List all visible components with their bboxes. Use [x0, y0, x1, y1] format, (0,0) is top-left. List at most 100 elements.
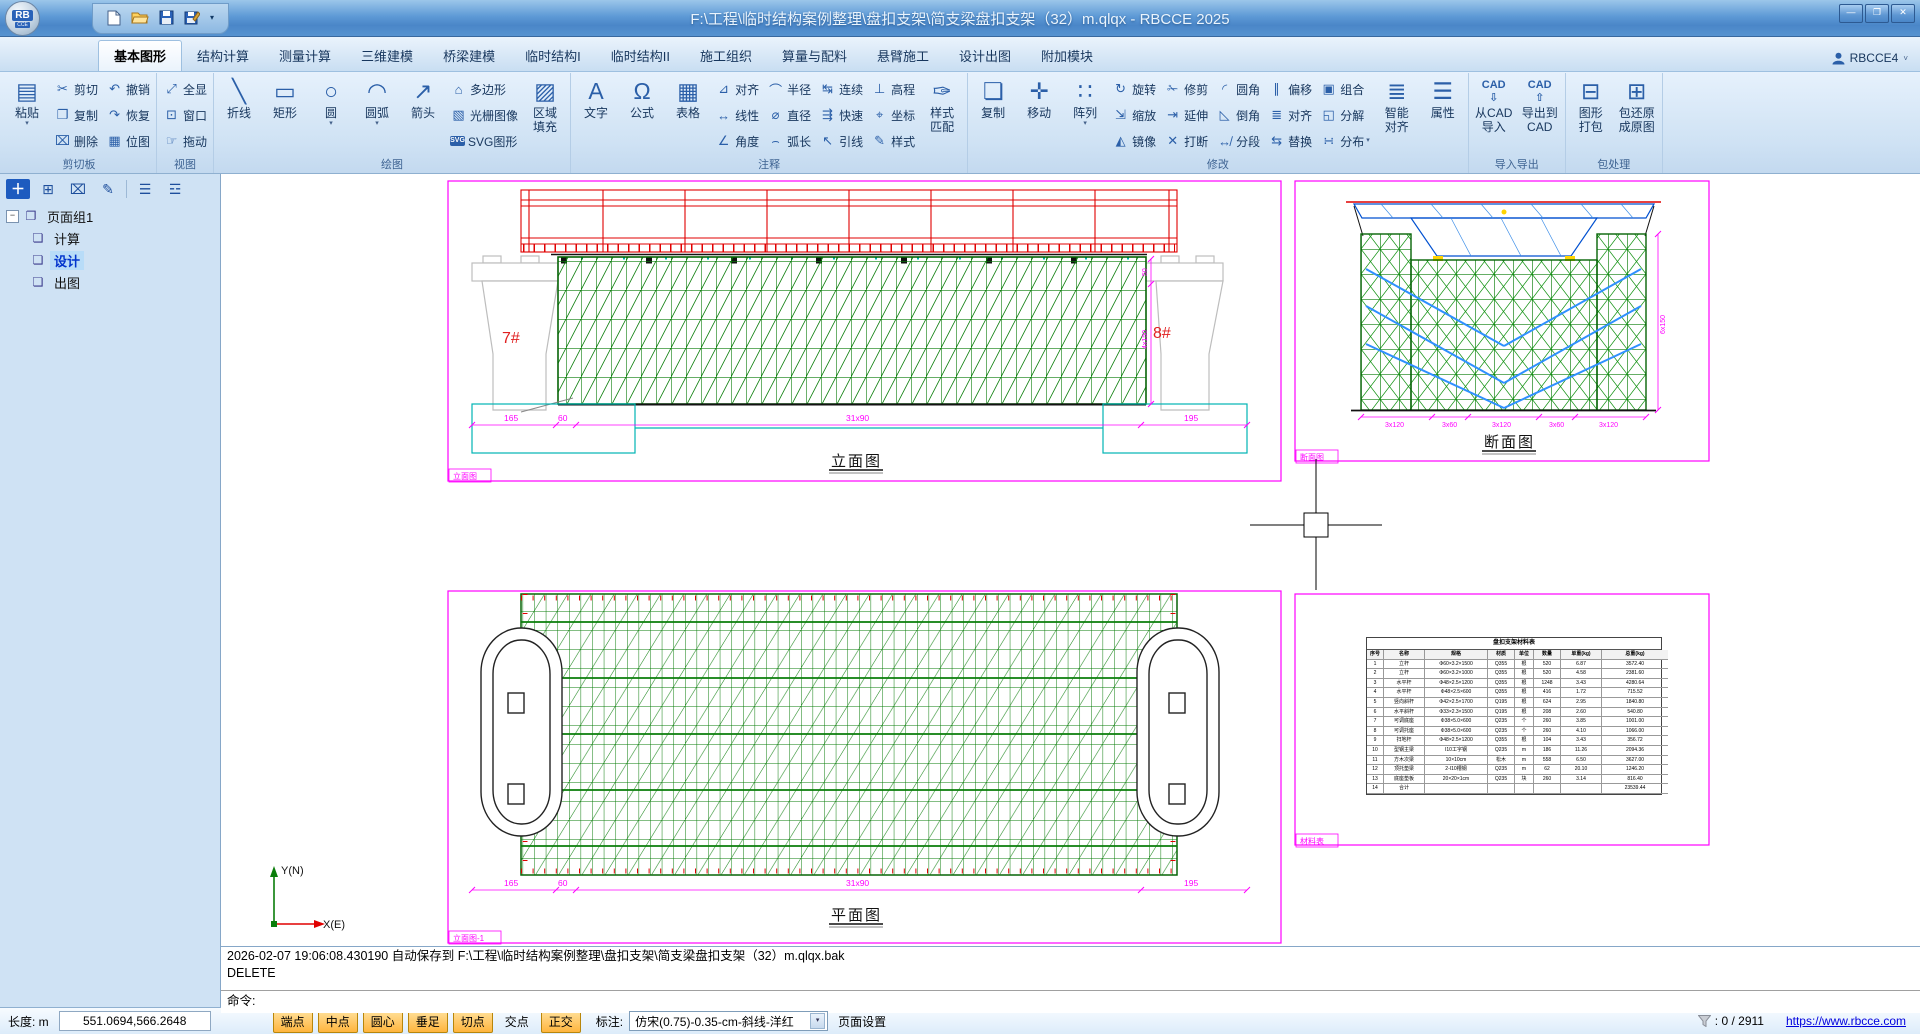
scaffold-elevation[interactable] — [558, 257, 1146, 404]
minimize-button[interactable]: — — [1839, 4, 1863, 23]
dim-quick-button[interactable]: ⇶快速 — [815, 102, 867, 128]
tab-addon-modules[interactable]: 附加模块 — [1026, 41, 1108, 71]
dim-arclength-button[interactable]: ⌢弧长 — [763, 128, 815, 154]
properties-button[interactable]: ☰属性 — [1420, 74, 1466, 158]
offset-button[interactable]: ∥偏移 — [1264, 76, 1316, 102]
tree-item-plot[interactable]: ❏出图 — [30, 273, 220, 291]
tab-modeling-3d[interactable]: 三维建模 — [346, 41, 428, 71]
tab-basic-graphics[interactable]: 基本图形 — [98, 40, 182, 71]
save-as-icon[interactable] — [184, 10, 200, 26]
tab-construction-org[interactable]: 施工组织 — [685, 41, 767, 71]
foundation-outline[interactable] — [472, 404, 1247, 453]
save-icon[interactable] — [159, 10, 174, 25]
dim-continue-button[interactable]: ↹连续 — [815, 76, 867, 102]
mod-align-button[interactable]: ≣对齐 — [1264, 102, 1316, 128]
dim-radius-button[interactable]: ⌒半径 — [763, 76, 815, 102]
copy-button[interactable]: ❐复制 — [50, 102, 102, 128]
zoom-all-button[interactable]: ⤢全显 — [159, 76, 211, 102]
add-page-icon[interactable]: ＋ — [6, 179, 30, 199]
mod-move-button[interactable]: ✛移动 — [1016, 74, 1062, 158]
tree-item-calc[interactable]: ❏计算 — [30, 229, 220, 247]
delete-button[interactable]: ⌧删除 — [50, 128, 102, 154]
tab-quantity-material[interactable]: 算量与配料 — [767, 41, 862, 71]
command-area[interactable]: 2026-02-07 19:06:08.430190 自动保存到 F:\工程\临… — [221, 946, 1920, 1013]
region-fill-button[interactable]: ▨区域填充 — [522, 74, 568, 158]
circle-button[interactable]: ○圆▾ — [308, 74, 354, 158]
polygon-button[interactable]: ⌂多边形 — [446, 76, 522, 102]
arrow-button[interactable]: ↗箭头 — [400, 74, 446, 158]
open-file-icon[interactable] — [131, 10, 149, 25]
dim-coordinate-button[interactable]: ⌖坐标 — [867, 102, 919, 128]
distribute-button[interactable]: ∺分布▾ — [1316, 128, 1374, 154]
cad-export-button[interactable]: CAD ⇧导出到CAD — [1517, 74, 1563, 158]
rectangle-button[interactable]: ▭矩形 — [262, 74, 308, 158]
redo-button[interactable]: ↷恢复 — [102, 102, 154, 128]
collapse-tree-icon[interactable]: ☲ — [163, 179, 187, 199]
tab-temp-structure-2[interactable]: 临时结构II — [596, 41, 685, 71]
tree-item-label[interactable]: 出图 — [50, 273, 84, 292]
dim-elevation-button[interactable]: ⊥高程 — [867, 76, 919, 102]
fillet-button[interactable]: ◜圆角 — [1212, 76, 1264, 102]
mod-array-button[interactable]: ∷阵列▾ — [1062, 74, 1108, 158]
smart-align-button[interactable]: ≣智能对齐 — [1374, 74, 1420, 158]
delete-page-icon[interactable]: ⌧ — [66, 179, 90, 199]
command-prompt[interactable]: 命令: — [221, 990, 1920, 1013]
chamfer-button[interactable]: ◺倒角 — [1212, 102, 1264, 128]
dim-angle-button[interactable]: ∠角度 — [711, 128, 763, 154]
website-link[interactable]: https://www.rbcce.com — [1786, 1014, 1906, 1028]
rotate-button[interactable]: ↻旋转 — [1108, 76, 1160, 102]
material-table[interactable]: 盘扣支架材料表序号名称规格材质单位数量单重(kg)总重(kg)1立杆Φ60×3.… — [1366, 637, 1662, 795]
pack-restore-button[interactable]: ⊞包还原成原图 — [1614, 74, 1660, 158]
tree-item-design[interactable]: ❏设计 — [30, 251, 220, 269]
replace-button[interactable]: ⇆替换 — [1264, 128, 1316, 154]
drawing-canvas[interactable]: 165 60 31x90 195 50 4x150 7# 8# 立面图 — [221, 174, 1920, 946]
bitmap-button[interactable]: ▦位图 — [102, 128, 154, 154]
segment-button[interactable]: ↮分段 — [1212, 128, 1264, 154]
cad-import-button[interactable]: CAD ⇩从CAD导入 — [1471, 74, 1517, 158]
mirror-button[interactable]: ◭镜像 — [1108, 128, 1160, 154]
tab-cantilever-constr[interactable]: 悬臂施工 — [862, 41, 944, 71]
group-button[interactable]: ▣组合 — [1316, 76, 1374, 102]
mod-copy-button[interactable]: ❏复制 — [970, 74, 1016, 158]
scaffold-section[interactable] — [1351, 234, 1656, 411]
maximize-button[interactable]: ❐ — [1865, 4, 1889, 23]
tab-bridge-modeling[interactable]: 桥梁建模 — [428, 41, 510, 71]
raster-image-button[interactable]: ▧光栅图像 — [446, 102, 522, 128]
tree-root-row[interactable]: − ❐ 页面组1 — [6, 207, 220, 225]
undo-button[interactable]: ↶撤销 — [102, 76, 154, 102]
rename-page-icon[interactable]: ✎ — [96, 179, 120, 199]
trim-button[interactable]: ✁修剪 — [1160, 76, 1212, 102]
plan-view-drawing[interactable]: 165 60 31x90 195 平面图 立面图-1 — [448, 591, 1281, 944]
section-view-drawing[interactable]: 3x120 3x60 3x120 3x60 3x120 6x150 断面图 — [1295, 181, 1709, 463]
tree-collapse-icon[interactable]: − — [6, 210, 19, 223]
dim-leader-button[interactable]: ↖引线 — [815, 128, 867, 154]
filter-counter[interactable]: : 0 / 2911 — [1698, 1014, 1764, 1028]
expand-tree-icon[interactable]: ☰ — [133, 179, 157, 199]
svg-graphic-button[interactable]: SVGSVG图形 — [446, 128, 522, 154]
pan-button[interactable]: ☞拖动 — [159, 128, 211, 154]
plan-dimensions[interactable]: 165 60 31x90 195 — [469, 878, 1250, 893]
new-file-icon[interactable] — [107, 10, 121, 26]
tree-item-label[interactable]: 计算 — [50, 229, 84, 248]
qat-dropdown-icon[interactable]: ▾ — [210, 13, 214, 22]
break-button[interactable]: ✕打断 — [1160, 128, 1212, 154]
table-button[interactable]: ▦表格 — [665, 74, 711, 158]
pack-graphics-button[interactable]: ⊟图形打包 — [1568, 74, 1614, 158]
tree-root-label[interactable]: 页面组1 — [43, 207, 97, 226]
tab-survey-calc[interactable]: 测量计算 — [264, 41, 346, 71]
arc-button[interactable]: ◠圆弧▾ — [354, 74, 400, 158]
paste-button[interactable]: ▤粘贴▾ — [4, 74, 50, 158]
zoom-window-button[interactable]: ⊡窗口 — [159, 102, 211, 128]
cut-button[interactable]: ✂剪切 — [50, 76, 102, 102]
polyline-button[interactable]: ╲折线 — [216, 74, 262, 158]
app-logo-icon[interactable]: RB CCE — [5, 1, 40, 36]
extend-button[interactable]: ⇥延伸 — [1160, 102, 1212, 128]
close-button[interactable]: ✕ — [1891, 4, 1915, 23]
explode-button[interactable]: ◱分解 — [1316, 102, 1374, 128]
style-match-button[interactable]: ✑样式匹配 — [919, 74, 965, 158]
formula-button[interactable]: Ω公式 — [619, 74, 665, 158]
user-account[interactable]: RBCCE4 ˅ — [1832, 51, 1908, 65]
tab-temp-structure-1[interactable]: 临时结构I — [510, 41, 596, 71]
text-button[interactable]: A文字 — [573, 74, 619, 158]
dim-linear-button[interactable]: ↔线性 — [711, 102, 763, 128]
